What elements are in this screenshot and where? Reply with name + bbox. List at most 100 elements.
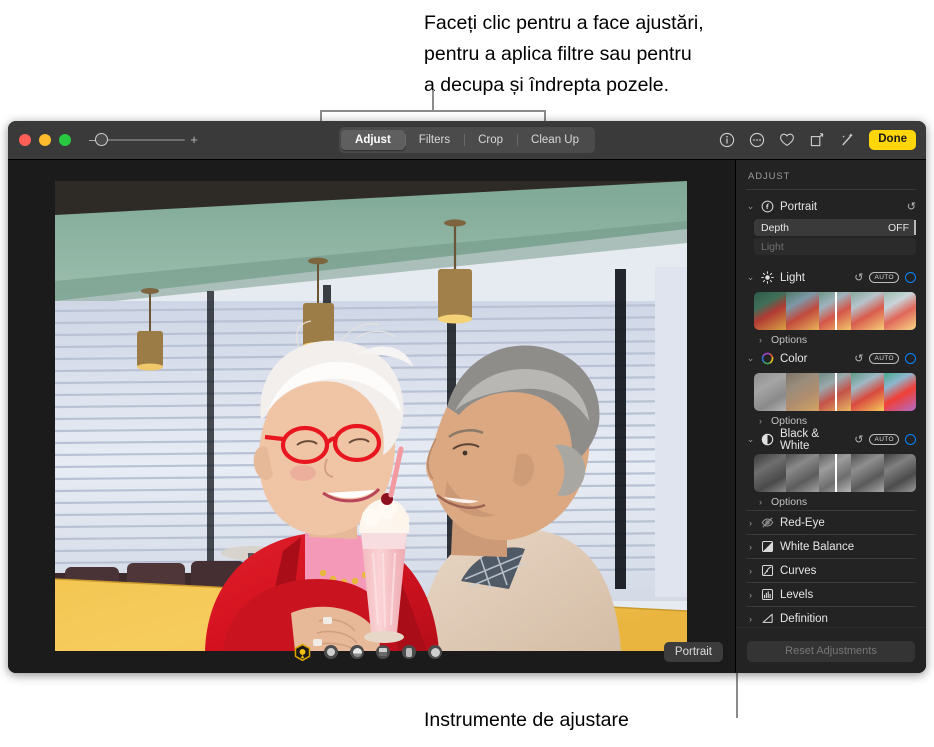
sidebar-heading: ADJUST xyxy=(746,160,916,189)
light-enable-toggle[interactable] xyxy=(905,272,916,283)
chevron-right-icon[interactable]: › xyxy=(756,416,765,426)
portrait-depth-field[interactable]: Depth OFF xyxy=(754,219,916,236)
sidebar-footer: Reset Adjustments xyxy=(736,627,926,673)
bw-options-toggle[interactable]: › Options xyxy=(756,496,916,508)
light-auto-button[interactable]: AUTO xyxy=(869,272,899,284)
info-icon[interactable] xyxy=(719,132,735,148)
chevron-right-icon[interactable]: › xyxy=(746,518,755,528)
group-curves[interactable]: › Curves xyxy=(746,558,916,582)
minimize-window-button[interactable] xyxy=(39,134,51,146)
chevron-down-icon[interactable]: ⌄ xyxy=(746,434,755,445)
tab-crop[interactable]: Crop xyxy=(464,130,517,150)
zoom-slider-knob[interactable] xyxy=(95,133,108,146)
callout-top-line-1: Faceți clic pentru a face ajustări, xyxy=(424,8,894,39)
bw-thumb-1[interactable] xyxy=(754,454,786,492)
color-auto-button[interactable]: AUTO xyxy=(869,353,899,365)
reset-light-icon[interactable]: ↺ xyxy=(854,271,863,284)
group-definition[interactable]: › Definition xyxy=(746,606,916,627)
rotate-icon[interactable] xyxy=(809,132,825,148)
group-black-and-white[interactable]: ⌄ Black & White ↺ AUTO xyxy=(746,429,916,450)
group-white-balance[interactable]: › White Balance xyxy=(746,534,916,558)
bw-slider-playhead[interactable] xyxy=(835,454,837,492)
high-key-light-mono-button[interactable] xyxy=(428,645,442,659)
chevron-right-icon[interactable]: › xyxy=(756,335,765,345)
more-options-icon[interactable] xyxy=(749,132,765,148)
chevron-right-icon[interactable]: › xyxy=(746,590,755,600)
callout-top-line-2: pentru a aplica filtre sau pentru xyxy=(424,39,894,70)
portrait-light-field[interactable]: Light xyxy=(754,238,916,255)
portrait-badge[interactable]: Portrait xyxy=(664,642,723,662)
photo-canvas: Portrait xyxy=(8,160,735,673)
chevron-right-icon[interactable]: › xyxy=(746,566,755,576)
depth-slider-caret xyxy=(914,220,916,235)
bw-thumb-4[interactable] xyxy=(851,454,883,492)
definition-icon xyxy=(761,612,774,625)
reset-bw-icon[interactable]: ↺ xyxy=(854,433,863,446)
half-circle-contrast-icon xyxy=(761,433,774,446)
white-balance-icon xyxy=(761,540,774,553)
group-red-eye[interactable]: › Red-Eye xyxy=(746,510,916,534)
color-options-toggle[interactable]: › Options xyxy=(756,415,916,427)
color-thumb-2[interactable] xyxy=(786,373,818,411)
tab-filters[interactable]: Filters xyxy=(405,130,464,150)
chevron-right-icon[interactable]: › xyxy=(746,614,755,624)
reset-adjustments-button[interactable]: Reset Adjustments xyxy=(747,641,915,662)
color-thumb-4[interactable] xyxy=(851,373,883,411)
group-levels-label: Levels xyxy=(780,589,916,601)
zoom-slider-track[interactable] xyxy=(101,139,185,141)
color-thumb-5[interactable] xyxy=(884,373,916,411)
magic-wand-icon[interactable] xyxy=(839,132,855,148)
chevron-down-icon[interactable]: ⌄ xyxy=(746,272,755,283)
light-thumb-4[interactable] xyxy=(851,292,883,330)
tab-clean-up[interactable]: Clean Up xyxy=(517,130,593,150)
light-thumb-5[interactable] xyxy=(884,292,916,330)
bw-enable-toggle[interactable] xyxy=(905,434,916,445)
light-options-toggle[interactable]: › Options xyxy=(756,334,916,346)
group-levels[interactable]: › Levels xyxy=(746,582,916,606)
stage-light-button[interactable] xyxy=(376,645,390,659)
light-thumb-2[interactable] xyxy=(786,292,818,330)
studio-light-button[interactable] xyxy=(324,645,338,659)
tab-adjust[interactable]: Adjust xyxy=(341,130,405,150)
maximize-window-button[interactable] xyxy=(59,134,71,146)
portrait-depth-value: OFF xyxy=(888,222,909,234)
bw-thumb-5[interactable] xyxy=(884,454,916,492)
close-window-button[interactable] xyxy=(19,134,31,146)
portrait-light-label: Light xyxy=(761,241,784,253)
light-thumb-1[interactable] xyxy=(754,292,786,330)
favorite-heart-icon[interactable] xyxy=(779,132,795,148)
bw-controls: ↺ AUTO xyxy=(854,433,916,446)
chevron-down-icon[interactable]: ⌄ xyxy=(746,201,755,212)
reset-portrait-icon[interactable]: ↺ xyxy=(907,200,916,213)
stage-light-mono-button[interactable] xyxy=(402,645,416,659)
edited-photo[interactable] xyxy=(55,181,687,651)
natural-light-cube-icon[interactable] xyxy=(293,643,312,662)
aperture-f-icon xyxy=(761,200,774,213)
color-enable-toggle[interactable] xyxy=(905,353,916,364)
color-slider-strip[interactable] xyxy=(754,373,916,411)
chevron-right-icon[interactable]: › xyxy=(746,542,755,552)
chevron-right-icon[interactable]: › xyxy=(756,497,765,507)
bw-auto-button[interactable]: AUTO xyxy=(869,434,899,446)
zoom-in-icon[interactable]: + xyxy=(190,135,198,145)
editor-body: Portrait ADJUST ⌄ Po xyxy=(8,160,926,673)
color-thumb-1[interactable] xyxy=(754,373,786,411)
done-button[interactable]: Done xyxy=(869,130,916,150)
canvas-bottom-bar: Portrait xyxy=(8,630,735,673)
reset-color-icon[interactable]: ↺ xyxy=(854,352,863,365)
color-slider-playhead[interactable] xyxy=(835,373,837,411)
adjust-sidebar-scroll[interactable]: ADJUST ⌄ Portrait ↺ D xyxy=(736,160,926,627)
light-options-label: Options xyxy=(771,334,807,346)
contour-light-button[interactable] xyxy=(350,645,364,659)
bw-thumb-2[interactable] xyxy=(786,454,818,492)
light-slider-playhead[interactable] xyxy=(835,292,837,330)
zoom-slider-control[interactable]: – + xyxy=(89,135,198,145)
group-light[interactable]: ⌄ Light xyxy=(746,267,916,288)
callout-top-text: Faceți clic pentru a face ajustări, pent… xyxy=(424,8,894,101)
chevron-down-icon[interactable]: ⌄ xyxy=(746,353,755,364)
light-slider-strip[interactable] xyxy=(754,292,916,330)
bw-slider-strip[interactable] xyxy=(754,454,916,492)
callout-top-line-3: a decupa și îndrepta pozele. xyxy=(424,70,894,101)
group-portrait[interactable]: ⌄ Portrait ↺ xyxy=(746,196,916,217)
group-color[interactable]: ⌄ Color ↺ AUTO xyxy=(746,348,916,369)
